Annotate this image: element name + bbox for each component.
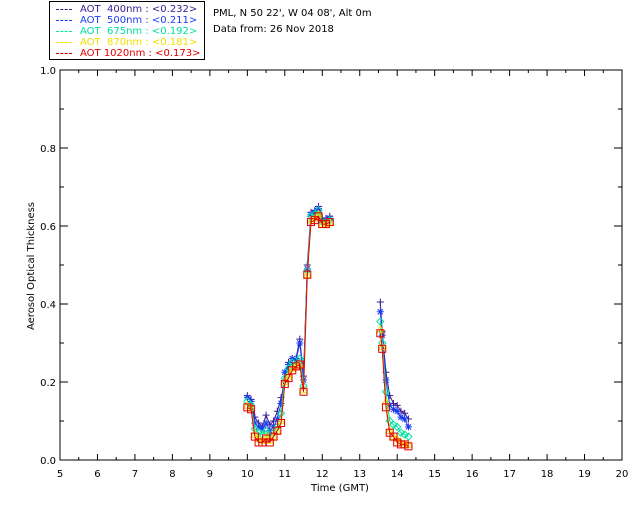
x-tick-label: 8 [169,469,175,480]
chart-axes: 5 6 7 8 9 10 11 12 13 14 15 16 17 18 19 20 0.0 0.2 0.4 0.6 0… [40,66,628,480]
data-point [262,411,270,419]
y-tick-label: 0.8 [40,144,56,155]
x-tick-label: 11 [278,469,291,480]
data-point [376,298,384,306]
series-line [246,205,331,428]
x-tick-label: 15 [428,469,441,480]
x-tick-label: 6 [94,469,100,480]
x-tick-label: 9 [207,469,213,480]
x-axis-label: Time (GMT) [310,483,369,494]
x-tick-label: 16 [466,469,479,480]
data-point [401,415,409,423]
series-AOT-1020nm-segment-0 [243,212,334,447]
chart-series [242,203,413,451]
x-tick-label: 7 [132,469,138,480]
series-line [246,207,331,432]
y-axis-label: Aerosol Optical Thickness [26,202,37,330]
y-tick-label: 1.0 [40,66,56,77]
data-point [393,407,401,415]
x-tick-label: 18 [541,469,554,480]
y-tick-label: 0.2 [40,378,56,389]
x-tick-label: 5 [57,469,63,480]
series-line [379,333,409,447]
x-tick-label: 12 [316,469,329,480]
series-line [247,213,331,442]
x-tick-label: 19 [578,469,591,480]
data-point [382,376,390,384]
series-AOT-870nm-segment-0 [242,209,335,444]
series-AOT-400nm-segment-0 [243,203,334,431]
aot-chart: 5 6 7 8 9 10 11 12 13 14 15 16 17 18 19 20 0.0 0.2 0.4 0.6 0… [26,66,628,494]
y-tick-label: 0.0 [40,456,56,467]
series-AOT-500nm-segment-0 [243,204,334,435]
x-tick-label: 10 [241,469,254,480]
x-tick-label: 13 [353,469,366,480]
series-AOT-1020nm-segment-1 [376,329,413,451]
data-point [404,423,412,431]
data-point [296,339,304,347]
series-line [247,215,331,444]
x-tick-label: 17 [503,469,516,480]
y-tick-label: 0.4 [40,300,56,311]
series-line [246,209,331,438]
plot-frame [59,69,623,461]
data-point [376,308,384,316]
x-tick-label: 14 [391,469,404,480]
x-tick-label: 20 [616,469,629,480]
series-AOT-675nm-segment-0 [243,206,334,441]
data-point [262,419,270,427]
y-tick-label: 0.6 [40,222,56,233]
